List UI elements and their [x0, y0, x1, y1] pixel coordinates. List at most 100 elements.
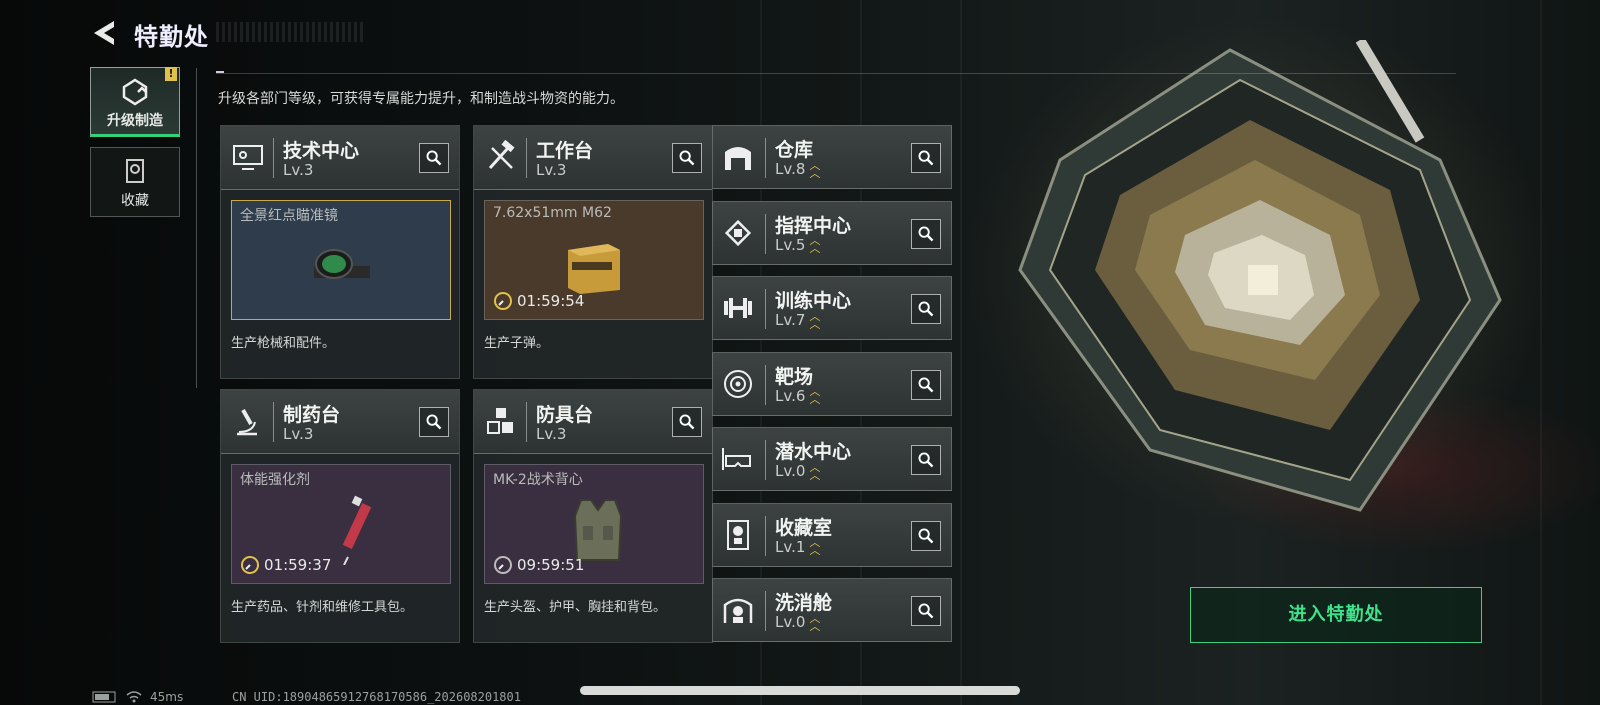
facility-level-wrap: Lv.6 ︿ ︿ [775, 385, 821, 406]
facility-card-workbench[interactable]: 工作台 Lv.3 7.62x51mm M62 01:59:54 生产子弹。 [473, 125, 713, 379]
facility-level-wrap: Lv.0 ︿ ︿ [775, 462, 820, 481]
production-slot[interactable]: MK-2战术背心 09:59:51 [484, 464, 704, 584]
facility-name: 仓库 [775, 139, 814, 161]
facility-level: Lv.3 [536, 161, 567, 179]
timer-icon [494, 556, 512, 574]
inspect-button[interactable] [419, 143, 449, 173]
timer-value: 01:59:37 [264, 556, 332, 574]
production-slot[interactable]: 7.62x51mm M62 01:59:54 [484, 200, 704, 320]
card-header: 防具台 Lv.3 [474, 390, 712, 454]
card-header: 制药台 Lv.3 [221, 390, 459, 454]
facility-level-wrap: Lv.8 ︿ ︿ [775, 158, 821, 180]
divider [216, 73, 1456, 74]
facility-level: Lv.8 [775, 160, 806, 178]
tab-collection[interactable]: 收藏 [90, 147, 180, 217]
facility-card-armor-bench[interactable]: 防具台 Lv.3 MK-2战术背心 09:59:51 生产头盔、护甲、胸挂和背包… [473, 389, 713, 643]
magnifier-icon [918, 528, 934, 543]
status-bar: 45ms [92, 690, 183, 704]
ammo-box-image [568, 243, 620, 294]
facility-row[interactable]: 收藏室 Lv.1 ︿ ︿ [712, 502, 952, 567]
magnifier-icon [918, 603, 934, 619]
magnifier-icon [426, 414, 442, 430]
facility-level-wrap: Lv.7 ︿ ︿ [775, 309, 821, 331]
card-description: 生产枪械和配件。 [231, 336, 336, 351]
inspect-button[interactable] [911, 143, 941, 173]
inspect-button[interactable] [672, 407, 702, 437]
facility-row[interactable]: 潜水中心 Lv.0 ︿ ︿ [712, 427, 952, 491]
back-arrow-icon[interactable] [90, 18, 120, 48]
timer-value: 09:59:51 [517, 556, 585, 574]
card-description: 生产子弹。 [484, 336, 550, 351]
tab-label: 收藏 [121, 193, 149, 209]
production-timer: 01:59:37 [240, 555, 331, 575]
upgrade-chevron-icon: ︿ ︿ [809, 385, 821, 406]
card-description: 生产药品、针剂和维修工具包。 [231, 600, 414, 615]
magnifier-icon [679, 150, 695, 166]
facility-level: Lv.3 [283, 161, 314, 179]
enter-special-ops-button[interactable]: 进入特勤处 [1190, 587, 1482, 643]
inspect-button[interactable] [672, 143, 702, 173]
inspect-button[interactable] [911, 596, 941, 626]
product-name: MK-2战术背心 [493, 472, 583, 488]
upgrade-chevron-icon: ︿ ︿ [809, 158, 821, 180]
upgrade-chevron-icon: ︿ ︿ [809, 611, 821, 633]
inspect-button[interactable] [419, 407, 449, 437]
facility-level: Lv.1 [775, 537, 806, 556]
production-slot[interactable]: 体能强化剂 01:59:37 [231, 464, 451, 584]
facility-row[interactable]: 指挥中心 Lv.5 ︿ ︿ [712, 200, 952, 265]
facility-card-pharmacy[interactable]: 制药台 Lv.3 体能强化剂 01:59:37 生产药品、针剂和维修工具包。 [220, 389, 460, 643]
upgrade-chevron-icon: ︿ ︿ [809, 234, 821, 255]
facility-row[interactable]: 靶场 Lv.6 ︿ ︿ [712, 351, 952, 416]
facility-level-wrap: Lv.1 ︿ ︿ [775, 536, 821, 557]
inspect-button[interactable] [911, 294, 941, 324]
facility-name: 收藏室 [775, 516, 833, 539]
facility-row[interactable]: 仓库 Lv.8 ︿ ︿ [712, 125, 952, 189]
magnifier-icon [426, 150, 442, 166]
product-name: 7.62x51mm M62 [493, 205, 612, 221]
trophy-case-icon [727, 519, 749, 550]
target-icon [724, 369, 752, 398]
facility-row[interactable]: 训练中心 Lv.7 ︿ ︿ [712, 276, 952, 340]
production-slot[interactable]: 全景红点瞄准镜 [231, 200, 451, 320]
facility-card-tech-center[interactable]: 技术中心 Lv.3 全景红点瞄准镜 生产枪械和配件。 [220, 125, 460, 379]
microscope-icon [237, 409, 257, 436]
page-title: 特勤处 [134, 23, 209, 51]
battery-icon [92, 691, 116, 703]
red-dot-sight-image [314, 248, 370, 279]
inspect-button[interactable] [911, 218, 941, 249]
facility-name: 靶场 [775, 365, 814, 388]
upgrade-icon [122, 78, 148, 106]
decon-icon [723, 598, 753, 623]
magnifier-icon [918, 377, 934, 392]
title-decoration [216, 22, 366, 42]
timer-value: 01:59:54 [517, 292, 585, 310]
facility-level-wrap: Lv.5 ︿ ︿ [775, 234, 821, 255]
home-indicator[interactable] [580, 686, 1020, 695]
timer-icon [494, 292, 512, 310]
facility-level: Lv.3 [536, 425, 567, 443]
upgrade-chevron-icon: ︿ ︿ [809, 309, 821, 331]
wifi-icon [126, 691, 142, 703]
facility-name: 工作台 [536, 140, 594, 162]
facility-level: Lv.0 [775, 462, 806, 480]
divider [216, 71, 224, 73]
facility-cube-art [1018, 40, 1502, 512]
facility-row[interactable]: 洗消舱 Lv.0 ︿ ︿ [712, 578, 952, 642]
product-name: 体能强化剂 [240, 472, 310, 488]
dumbbell-icon [724, 298, 752, 318]
facility-level: Lv.0 [775, 613, 806, 631]
magnifier-icon [918, 452, 934, 468]
facility-name: 制药台 [283, 404, 341, 426]
divider [196, 68, 197, 388]
inspect-button[interactable] [911, 445, 941, 475]
tab-upgrade-craft[interactable]: ! 升级制造 [90, 67, 180, 137]
facility-level: Lv.5 [775, 235, 806, 254]
diving-mask-icon [722, 448, 751, 470]
tab-label: 升级制造 [107, 113, 163, 129]
production-timer: 09:59:51 [493, 555, 584, 575]
inspect-button[interactable] [911, 369, 941, 400]
facility-level: Lv.6 [775, 386, 806, 405]
facility-name: 潜水中心 [775, 441, 852, 463]
upgrade-chevron-icon: ︿ ︿ [809, 536, 821, 557]
inspect-button[interactable] [911, 520, 941, 551]
